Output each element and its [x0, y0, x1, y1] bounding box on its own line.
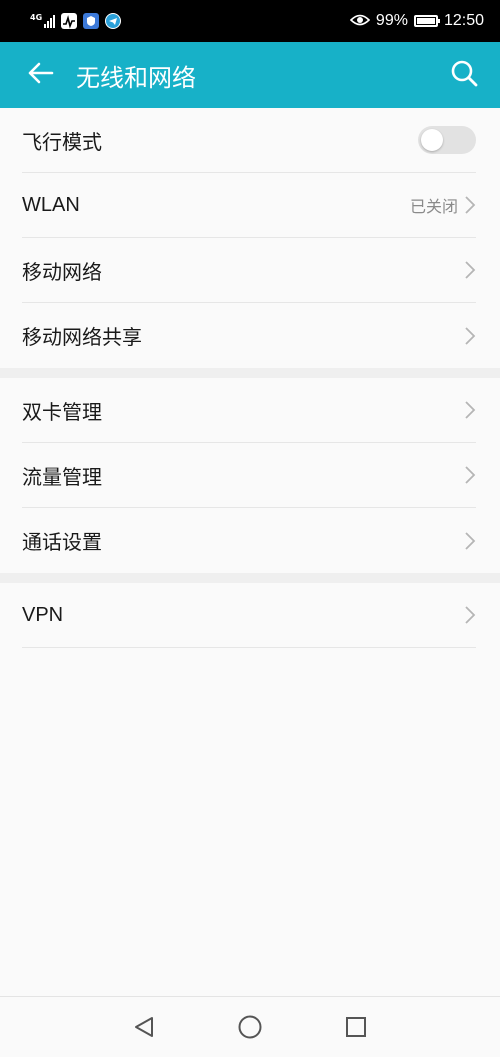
telegram-app-icon	[105, 13, 122, 29]
search-button[interactable]	[434, 42, 494, 108]
list-item-label: 移动网络共享	[22, 327, 142, 349]
list-item-label: 通话设置	[22, 532, 102, 554]
signal-icon	[44, 14, 56, 28]
nav-recents-button[interactable]	[342, 1013, 370, 1041]
list-item-wlan[interactable]: WLAN 已关闭	[22, 173, 476, 238]
airplane-mode-toggle[interactable]	[418, 126, 476, 154]
recents-square-icon	[346, 1017, 366, 1037]
chevron-right-icon	[465, 466, 476, 484]
activity-monitor-app-icon	[61, 13, 78, 29]
list-item-dual-sim[interactable]: 双卡管理	[22, 378, 476, 443]
shield-app-icon	[83, 13, 100, 29]
settings-screen: 4G 99% 12:50 无线和网络 飞行模式 WLAN 已关闭 移动网络 移动…	[0, 0, 500, 1057]
list-item-data-usage[interactable]: 流量管理	[22, 443, 476, 508]
list-item-airplane-mode[interactable]: 飞行模式	[22, 108, 476, 173]
wlan-status: 已关闭	[409, 199, 458, 216]
list-item-label: WLAN	[22, 193, 80, 216]
section-network-main: 飞行模式 WLAN 已关闭 移动网络 移动网络共享	[0, 108, 500, 368]
list-item-label: 飞行模式	[22, 131, 102, 154]
battery-percent: 99%	[375, 12, 408, 29]
list-item-label: 流量管理	[22, 466, 102, 489]
clock: 12:50	[443, 12, 484, 29]
list-item-label: 双卡管理	[22, 401, 102, 424]
signal-indicator: 4G	[30, 13, 56, 28]
app-bar: 无线和网络	[0, 42, 500, 108]
list-item-label: 移动网络	[22, 261, 102, 284]
nav-home-button[interactable]	[236, 1013, 264, 1041]
status-bar-right: 99% 12:50	[349, 12, 484, 31]
status-bar-left: 4G	[30, 13, 122, 29]
chevron-right-icon	[465, 531, 476, 550]
page-title: 无线和网络	[76, 64, 196, 92]
arrow-left-icon	[26, 61, 54, 89]
eye-comfort-icon	[349, 12, 371, 31]
search-icon	[450, 59, 478, 91]
home-circle-icon	[238, 1015, 262, 1039]
list-item-mobile-network[interactable]: 移动网络	[22, 238, 476, 303]
nav-back-button[interactable]	[130, 1013, 158, 1041]
chevron-right-icon	[465, 196, 476, 214]
toggle-knob	[421, 129, 443, 151]
back-button[interactable]	[0, 42, 80, 108]
back-triangle-icon	[135, 1017, 153, 1037]
section-divider	[0, 368, 500, 378]
list-item-call-settings[interactable]: 通话设置	[22, 508, 476, 573]
list-item-tethering[interactable]: 移动网络共享	[22, 303, 476, 368]
section-sim-data: 双卡管理 流量管理 通话设置	[0, 378, 500, 573]
battery-icon	[413, 15, 440, 27]
chevron-right-icon	[465, 326, 476, 345]
chevron-right-icon	[465, 606, 476, 624]
chevron-right-icon	[465, 401, 476, 419]
list-item-vpn[interactable]: VPN	[22, 583, 476, 648]
navigation-bar	[0, 996, 500, 1057]
list-item-trailing: 已关闭	[410, 193, 476, 217]
chevron-right-icon	[465, 261, 476, 279]
section-divider	[0, 573, 500, 583]
section-vpn: VPN	[0, 583, 500, 648]
network-type-label: 4G	[30, 13, 43, 22]
list-item-label: VPN	[22, 603, 64, 626]
status-bar: 4G 99% 12:50	[0, 0, 500, 42]
